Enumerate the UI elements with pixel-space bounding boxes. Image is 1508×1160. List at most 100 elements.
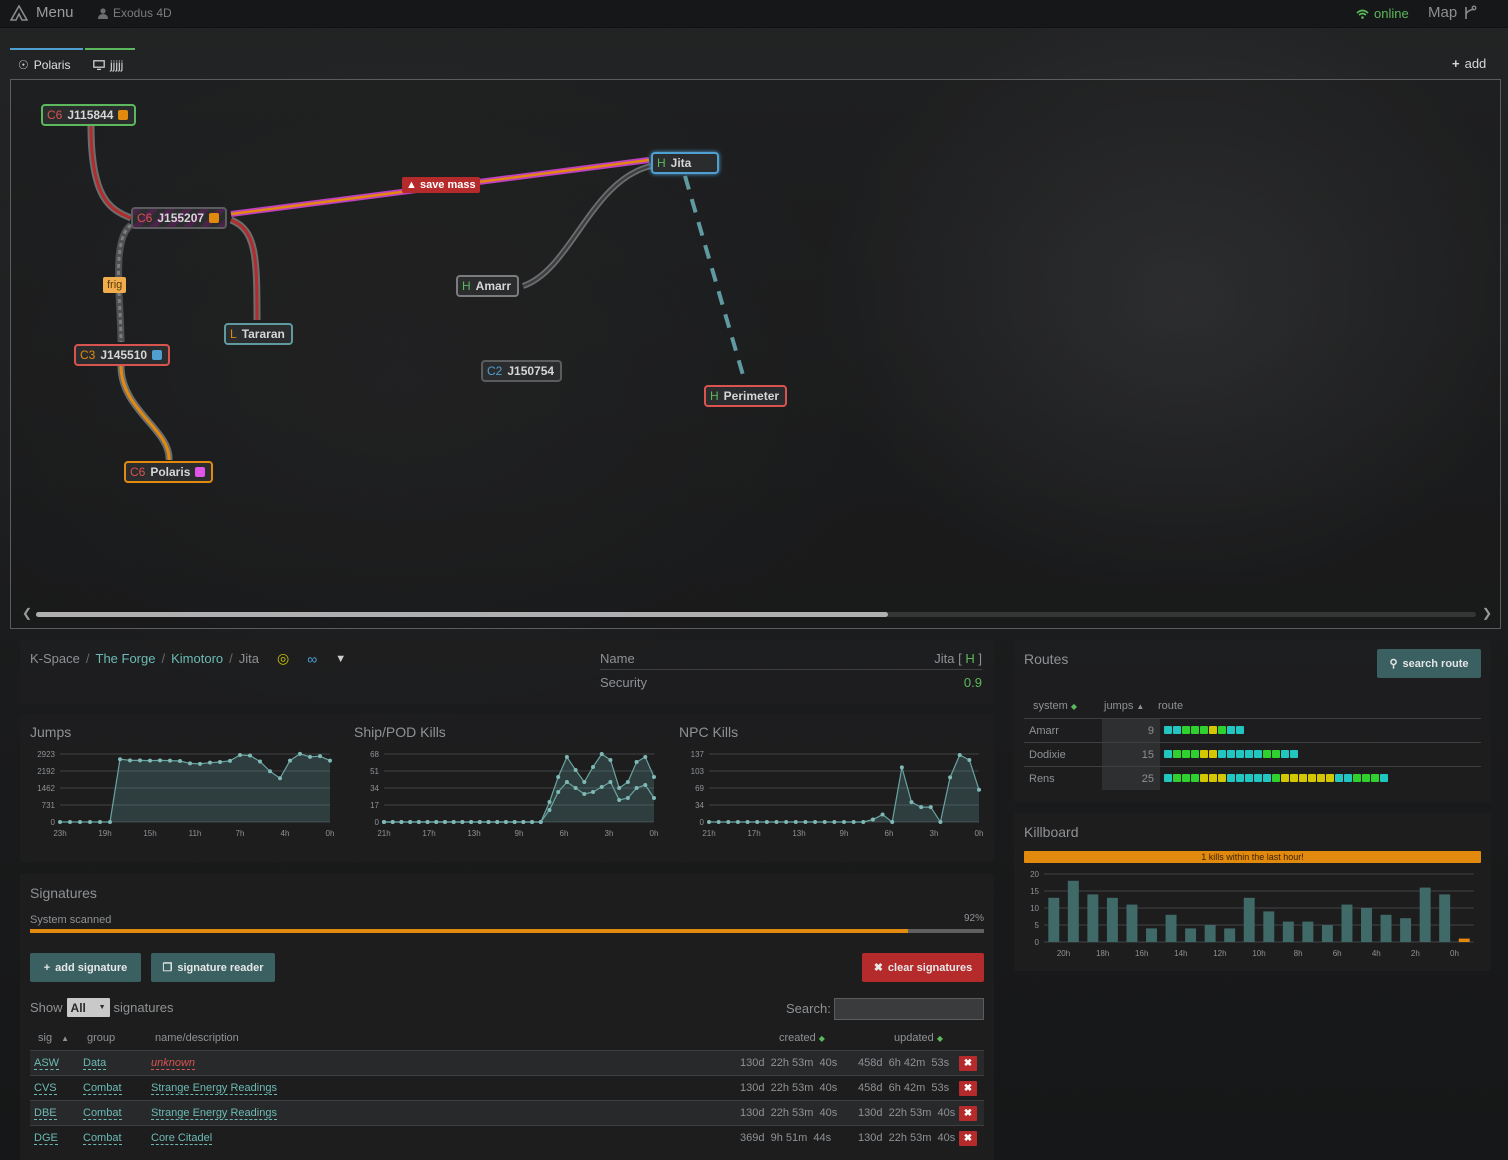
data-point[interactable] bbox=[148, 758, 152, 763]
data-point[interactable] bbox=[625, 796, 630, 800]
route-jump-dot[interactable] bbox=[1173, 750, 1181, 758]
data-point[interactable] bbox=[899, 765, 904, 770]
route-jump-dot[interactable] bbox=[1200, 750, 1208, 758]
route-jump-dot[interactable] bbox=[1173, 726, 1181, 734]
kill-bar[interactable] bbox=[1419, 887, 1431, 942]
data-point[interactable] bbox=[416, 820, 421, 824]
route-jump-dot[interactable] bbox=[1164, 750, 1172, 758]
data-point[interactable] bbox=[78, 820, 82, 824]
breadcrumb-constellation[interactable]: Kimotoro bbox=[171, 651, 223, 666]
sig-group[interactable]: Combat bbox=[83, 1132, 122, 1145]
add-signature-button[interactable]: + add signature bbox=[30, 953, 141, 982]
data-point[interactable] bbox=[608, 780, 613, 784]
data-point[interactable] bbox=[870, 817, 875, 822]
route-jump-dot[interactable] bbox=[1191, 774, 1199, 782]
route-jump-dot[interactable] bbox=[1371, 774, 1379, 782]
data-point[interactable] bbox=[928, 805, 933, 810]
kill-bar[interactable] bbox=[1263, 911, 1275, 942]
sig-name[interactable]: unknown bbox=[151, 1057, 196, 1070]
sig-id[interactable]: DBE bbox=[34, 1107, 57, 1120]
route-jump-dot[interactable] bbox=[1209, 750, 1217, 758]
route-jump-dot[interactable] bbox=[1272, 750, 1280, 758]
data-point[interactable] bbox=[608, 758, 613, 762]
data-point[interactable] bbox=[168, 758, 172, 763]
name-description-header[interactable]: name/description bbox=[155, 1032, 239, 1044]
route-jump-dot[interactable] bbox=[1191, 726, 1199, 734]
kill-bar[interactable] bbox=[1185, 928, 1197, 942]
data-point[interactable] bbox=[851, 820, 856, 824]
kill-bar[interactable] bbox=[1126, 904, 1138, 942]
routes-header-system[interactable]: system ◆ bbox=[1033, 700, 1077, 712]
data-point[interactable] bbox=[258, 759, 262, 764]
route-jump-dot[interactable] bbox=[1227, 726, 1235, 734]
kill-bar[interactable] bbox=[1204, 925, 1216, 942]
map-scrollbar[interactable] bbox=[36, 612, 1476, 617]
data-point[interactable] bbox=[460, 820, 465, 824]
data-point[interactable] bbox=[938, 820, 943, 824]
data-point[interactable] bbox=[582, 792, 587, 796]
data-point[interactable] bbox=[88, 820, 92, 824]
graph-icon[interactable]: ∞ bbox=[307, 651, 317, 667]
data-point[interactable] bbox=[967, 757, 972, 762]
data-point[interactable] bbox=[745, 820, 750, 824]
sig-name[interactable]: Core Citadel bbox=[151, 1132, 213, 1145]
route-jump-dot[interactable] bbox=[1236, 774, 1244, 782]
data-point[interactable] bbox=[530, 820, 535, 824]
data-point[interactable] bbox=[803, 820, 808, 824]
data-point[interactable] bbox=[495, 820, 500, 824]
data-point[interactable] bbox=[652, 796, 656, 800]
route-jump-dot[interactable] bbox=[1254, 774, 1262, 782]
data-point[interactable] bbox=[108, 820, 112, 824]
sig-id[interactable]: CVS bbox=[34, 1082, 57, 1095]
route-jump-dot[interactable] bbox=[1218, 726, 1226, 734]
route-jump-dot[interactable] bbox=[1236, 726, 1244, 734]
routes-header-jumps[interactable]: jumps ▲ bbox=[1104, 700, 1144, 712]
system-node-polaris[interactable]: C6 Polaris bbox=[124, 461, 214, 483]
data-point[interactable] bbox=[486, 820, 491, 824]
route-jump-dot[interactable] bbox=[1182, 726, 1190, 734]
data-point[interactable] bbox=[643, 783, 648, 787]
data-point[interactable] bbox=[564, 780, 569, 784]
kill-bar[interactable] bbox=[1106, 897, 1118, 942]
route-jump-dot[interactable] bbox=[1326, 774, 1334, 782]
data-point[interactable] bbox=[138, 758, 142, 763]
data-point[interactable] bbox=[469, 820, 474, 824]
route-row[interactable]: Dodixie 15 bbox=[1024, 742, 1481, 766]
created-header[interactable]: created ◆ bbox=[779, 1032, 825, 1044]
data-point[interactable] bbox=[477, 820, 482, 824]
route-jump-dot[interactable] bbox=[1299, 774, 1307, 782]
kill-bar[interactable] bbox=[1243, 897, 1255, 942]
kill-bar[interactable] bbox=[1321, 925, 1333, 942]
data-point[interactable] bbox=[228, 758, 232, 763]
data-point[interactable] bbox=[98, 820, 102, 824]
system-node-j115844[interactable]: C6 J115844 bbox=[41, 104, 137, 126]
data-point[interactable] bbox=[503, 820, 508, 824]
map-menu-button[interactable]: Map bbox=[1428, 4, 1477, 21]
connection-j145510-polaris[interactable] bbox=[117, 365, 173, 461]
system-node-jita[interactable]: H Jita bbox=[651, 152, 719, 174]
signature-reader-button[interactable]: ❐ signature reader bbox=[151, 953, 275, 982]
dropdown-icon[interactable]: ▼ bbox=[335, 653, 346, 665]
data-point[interactable] bbox=[547, 808, 552, 812]
data-point[interactable] bbox=[625, 780, 630, 784]
data-point[interactable] bbox=[832, 820, 837, 824]
sig-name[interactable]: Strange Energy Readings bbox=[151, 1107, 277, 1120]
data-point[interactable] bbox=[308, 754, 312, 759]
data-point[interactable] bbox=[909, 800, 914, 805]
data-point[interactable] bbox=[218, 759, 222, 764]
kill-bar[interactable] bbox=[1087, 894, 1099, 942]
data-point[interactable] bbox=[582, 780, 587, 784]
data-point[interactable] bbox=[755, 820, 760, 824]
data-point[interactable] bbox=[408, 820, 413, 824]
route-jump-dot[interactable] bbox=[1308, 774, 1316, 782]
data-point[interactable] bbox=[764, 820, 769, 824]
data-point[interactable] bbox=[890, 820, 895, 824]
add-map-button[interactable]: + add bbox=[1452, 56, 1486, 71]
sig-id[interactable]: ASW bbox=[34, 1057, 60, 1070]
data-point[interactable] bbox=[556, 775, 561, 779]
kill-bar[interactable] bbox=[1361, 908, 1372, 942]
route-jump-dot[interactable] bbox=[1245, 774, 1253, 782]
route-jump-dot[interactable] bbox=[1182, 774, 1190, 782]
table-row[interactable]: CVS Combat Strange Energy Readings 130d 22h… bbox=[30, 1075, 984, 1100]
data-point[interactable] bbox=[128, 758, 132, 763]
